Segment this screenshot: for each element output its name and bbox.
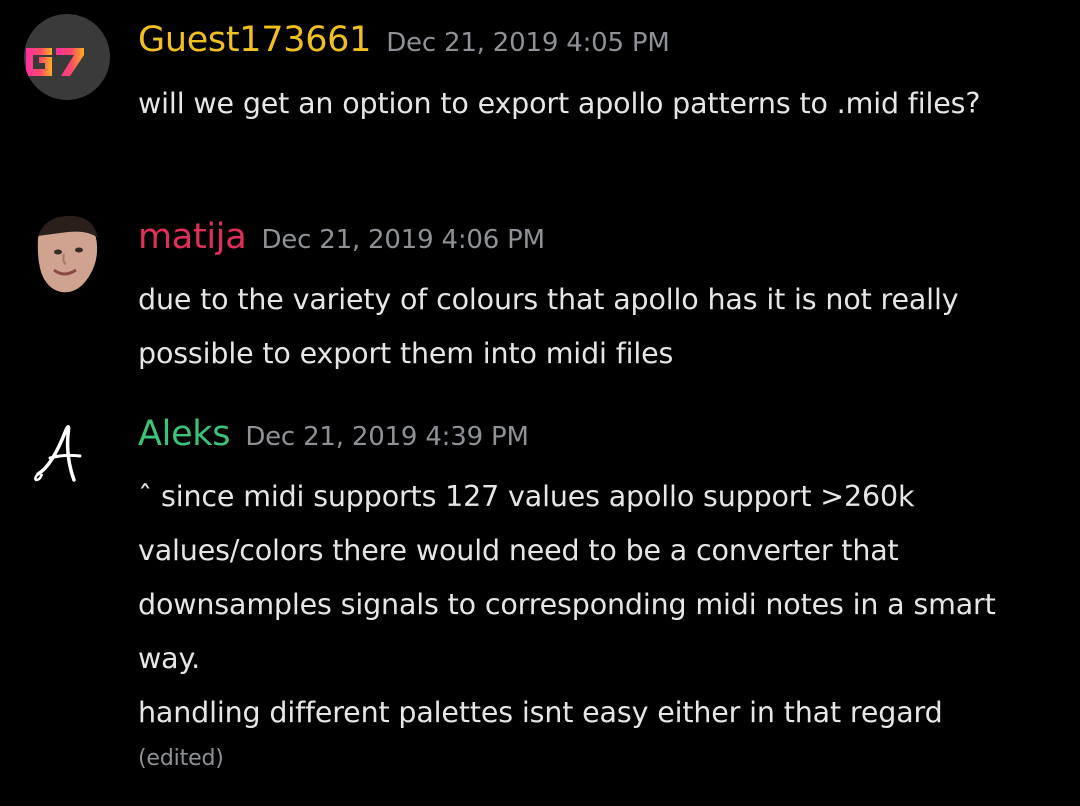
g7-logo-icon	[26, 48, 84, 76]
message-text: due to the variety of colours that apoll…	[138, 283, 959, 370]
script-a-logo-icon	[34, 425, 82, 482]
message-header: matija Dec 21, 2019 4:06 PM	[138, 217, 545, 257]
username[interactable]: Aleks	[138, 414, 231, 454]
message-header: Guest173661 Dec 21, 2019 4:05 PM	[138, 20, 670, 60]
message-content: ˆ since midi supports 127 values apollo …	[138, 470, 1018, 774]
message-header: Aleks Dec 21, 2019 4:39 PM	[138, 414, 529, 454]
username[interactable]: Guest173661	[138, 20, 371, 60]
avatar-aleks[interactable]: A	[24, 410, 110, 496]
username[interactable]: matija	[138, 217, 247, 257]
message-text: handling different palettes isnt easy ei…	[138, 696, 943, 729]
avatar-guest173661[interactable]: G7	[24, 14, 110, 100]
avatar-matija[interactable]	[24, 210, 110, 296]
face-photo-icon	[37, 215, 98, 293]
message-content: due to the variety of colours that apoll…	[138, 273, 1058, 381]
message-text: will we get an option to export apollo p…	[138, 87, 981, 120]
timestamp: Dec 21, 2019 4:39 PM	[245, 422, 529, 452]
message-text: ˆ since midi supports 127 values apollo …	[138, 480, 996, 675]
timestamp: Dec 21, 2019 4:05 PM	[386, 28, 670, 58]
edited-label: (edited)	[138, 746, 224, 771]
timestamp: Dec 21, 2019 4:06 PM	[261, 225, 545, 255]
message-content: will we get an option to export apollo p…	[138, 77, 998, 131]
